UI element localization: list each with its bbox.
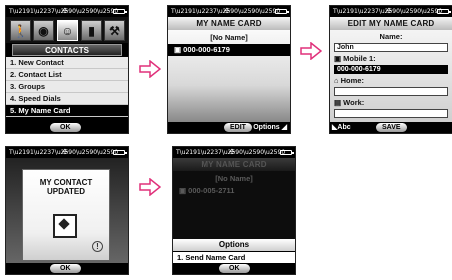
mobile-field[interactable]: 000-000-6179 [334, 65, 448, 74]
status-center-icon: ✣ [386, 7, 392, 15]
popup-message-line2: UPDATED [46, 187, 86, 196]
popup-message-line1: MY CONTACT [39, 178, 93, 187]
name-field[interactable]: John [334, 43, 448, 52]
arrow-right-icon [139, 178, 161, 196]
arrow-right-icon [300, 42, 322, 60]
name-value: [No Name] [215, 174, 253, 183]
home-label-row: ⌂ Home: [334, 76, 364, 85]
battery-icon [113, 9, 127, 14]
menu-item-new-contact[interactable]: 1. New Contact [6, 57, 128, 69]
work-icon: ▤ [334, 98, 344, 107]
screen-edit-name-card: T\u2191\u2237\u2590\u2590\u2590 ✣ EDIT M… [329, 5, 452, 134]
edit-button[interactable]: EDIT [224, 123, 252, 132]
status-center-icon: ✣ [224, 7, 230, 15]
contacts-menu-list: 1. New Contact 2. Contact List 3. Groups… [6, 57, 128, 117]
ok-button[interactable]: OK [50, 264, 81, 273]
phone-number: 000-000-6179 [183, 45, 230, 54]
menu-item-contact-list[interactable]: 2. Contact List [6, 69, 128, 81]
status-bar: T\u2191\u2237\u2590\u2590\u2590 ✣ [330, 6, 452, 17]
status-bar: T\u2191\u2237\u2590\u2590\u2590 ✣ [173, 147, 295, 158]
name-label: Name: [379, 32, 403, 41]
card-body: [No Name] ▣ 000-000-6179 [168, 30, 290, 122]
battery-icon [275, 9, 289, 14]
phone-icon: ▣ [174, 45, 184, 54]
status-bar: T\u2191\u2237\u2590\u2590\u2590 ✣ [6, 147, 128, 158]
speaker-icon[interactable]: ▮ [81, 20, 102, 41]
home-icon: ⌂ [334, 76, 341, 85]
soft-key-bar: OK [173, 263, 295, 274]
battery-icon [280, 150, 294, 155]
person-walk-icon[interactable]: 🚶 [10, 20, 31, 41]
phone-number: 000-005-2711 [188, 186, 235, 195]
save-button[interactable]: SAVE [376, 123, 407, 132]
input-mode-softkey[interactable]: ◣Abc [332, 123, 351, 131]
menu-header: CONTACTS [12, 44, 122, 56]
info-icon: ! [92, 241, 103, 252]
ok-button[interactable]: OK [219, 264, 250, 273]
page-title: MY NAME CARD [168, 17, 290, 30]
soft-key-bar: ◣Abc SAVE [330, 122, 452, 133]
screen-name-card-options: T\u2191\u2237\u2590\u2590\u2590 ✣ MY NAM… [172, 146, 296, 275]
menu-item-my-name-card[interactable]: 5. My Name Card [6, 105, 128, 117]
soft-key-bar: OK [6, 263, 128, 274]
status-center-icon: ✣ [229, 148, 235, 156]
options-softkey[interactable]: Options ◢ [253, 123, 287, 131]
screen-contact-updated: T\u2191\u2237\u2590\u2590\u2590 ✣ MY CON… [5, 146, 129, 275]
phone-icon: ▣ [179, 186, 189, 195]
status-center-icon: ✣ [62, 7, 68, 15]
confirmation-popup: MY CONTACT UPDATED ! [22, 169, 110, 261]
main-menu-icon-row: 🚶 ◉ ☺ ▮ ⚒ [6, 17, 128, 43]
settings-tools-icon[interactable]: ⚒ [104, 20, 125, 41]
status-bar: T\u2191\u2237\u2590\u2590\u2590 ✣ [168, 6, 290, 17]
contact-card-icon [53, 214, 77, 238]
options-menu: Options 1. Send Name Card [173, 239, 295, 263]
name-value: [No Name] [210, 33, 248, 42]
mobile-icon: ▣ [334, 54, 344, 63]
screen-my-name-card: T\u2191\u2237\u2590\u2590\u2590 ✣ MY NAM… [167, 5, 291, 134]
phone-number-row: ▣ 000-005-2711 [173, 185, 295, 197]
page-title: MY NAME CARD [173, 158, 295, 171]
work-label-row: ▤ Work: [334, 98, 365, 107]
soft-key-bar: EDIT Options ◢ [168, 122, 290, 133]
screen-contacts-menu: T\u2191\u2237\u2590\u2590\u2590 ✣ 🚶 ◉ ☺ … [5, 5, 129, 134]
soft-key-bar: OK [6, 122, 128, 133]
menu-item-groups[interactable]: 3. Groups [6, 81, 128, 93]
status-center-icon: ✣ [62, 148, 68, 156]
page-title: EDIT MY NAME CARD [330, 17, 452, 30]
ok-button[interactable]: OK [50, 123, 81, 132]
contacts-icon[interactable]: ☺ [57, 20, 78, 41]
edit-form: Name: John ▣ Mobile 1: 000-000-6179 ⌂ Ho… [330, 30, 452, 122]
home-field[interactable] [334, 87, 448, 96]
battery-icon [437, 9, 451, 14]
battery-icon [113, 150, 127, 155]
options-title: Options [173, 239, 295, 251]
work-field[interactable] [334, 109, 448, 118]
menu-item-send-name-card[interactable]: 1. Send Name Card [173, 251, 295, 263]
arrow-right-icon [139, 60, 161, 78]
camera-icon[interactable]: ◉ [33, 20, 54, 41]
phone-number-row[interactable]: ▣ 000-000-6179 [168, 44, 290, 56]
mobile-label-row: ▣ Mobile 1: [334, 54, 376, 63]
menu-item-speed-dials[interactable]: 4. Speed Dials [6, 93, 128, 105]
status-bar: T\u2191\u2237\u2590\u2590\u2590 ✣ [6, 6, 128, 17]
